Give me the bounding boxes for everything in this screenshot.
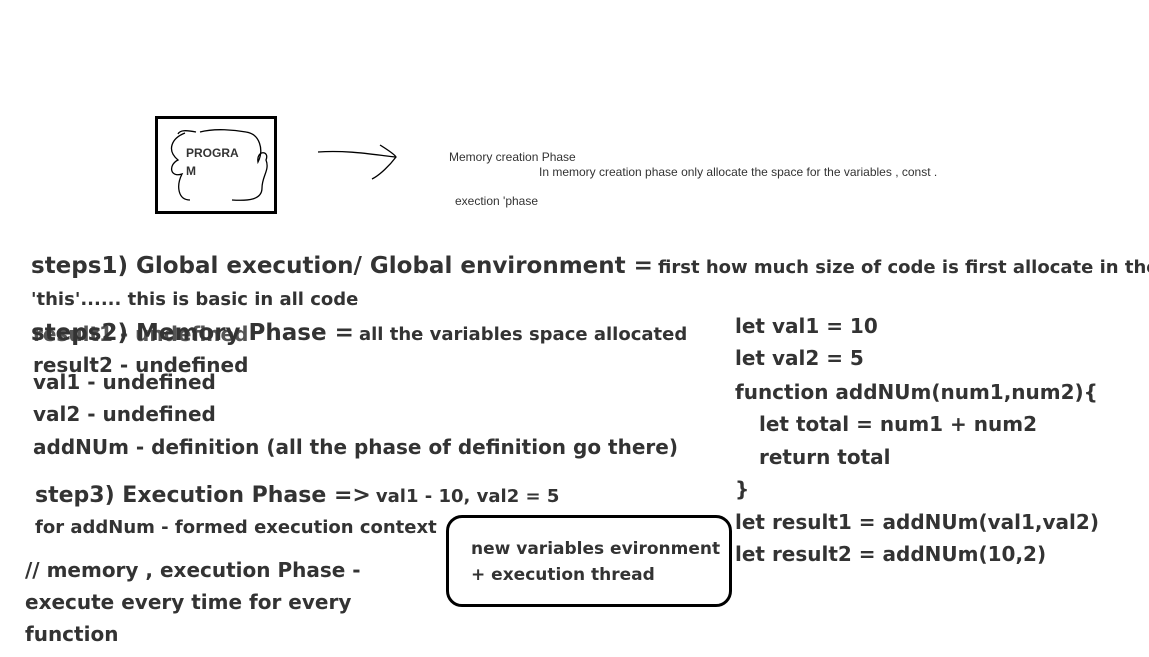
- comment-line-1: // memory , execution Phase -: [25, 558, 361, 582]
- callout-line-2: + execution thread: [471, 565, 655, 585]
- step2-item-val1: val1 - undefined: [33, 370, 216, 394]
- step1-text: first how much size of code is first all…: [658, 257, 1149, 278]
- callout-line-1: new variables evironment: [471, 539, 721, 559]
- code-line-3: function addNUm(num1,num2){: [735, 380, 1098, 404]
- step3: step3) Execution Phase => val1 - 10, val…: [35, 483, 559, 508]
- step1-heading: steps1) Global execution/ Global environ…: [31, 253, 653, 279]
- code-line-7: let result1 = addNUm(val1,val2): [735, 510, 1099, 534]
- arrow-right-icon: [317, 144, 397, 180]
- comment-line-2: execute every time for every: [25, 590, 352, 614]
- step3-text: val1 - 10, val2 = 5: [375, 486, 560, 507]
- step2-text: all the variables space allocated: [358, 324, 688, 345]
- program-label: PROGRAM: [186, 146, 239, 178]
- step3-line2: for addNum - formed execution context: [35, 517, 437, 538]
- comment-line-3: function: [25, 622, 119, 646]
- code-line-6: }: [735, 477, 750, 501]
- callout-box: [446, 515, 732, 607]
- code-line-2: let val2 = 5: [735, 346, 864, 370]
- step2-item-val2: val2 - undefined: [33, 402, 216, 426]
- memory-creation-note: In memory creation phase only allocate t…: [539, 165, 938, 179]
- step2: steps2) Memory Phase = all the variables…: [31, 320, 687, 346]
- execution-phase-label: exection 'phase: [455, 194, 539, 208]
- step1: steps1) Global execution/ Global environ…: [31, 253, 1149, 279]
- step1-line2: 'this'...... this is basic in all code: [31, 289, 359, 310]
- code-line-5: return total: [759, 445, 891, 469]
- memory-creation-phase-label: Memory creation Phase: [449, 150, 576, 164]
- code-line-4: let total = num1 + num2: [759, 412, 1037, 436]
- code-line-8: let result2 = addNUm(10,2): [735, 542, 1047, 566]
- code-line-1: let val1 = 10: [735, 314, 878, 338]
- step2-heading: steps2) Memory Phase =: [31, 320, 354, 346]
- step3-heading: step3) Execution Phase =>: [35, 483, 371, 508]
- step2-item-addnum: addNUm - definition (all the phase of de…: [33, 435, 678, 459]
